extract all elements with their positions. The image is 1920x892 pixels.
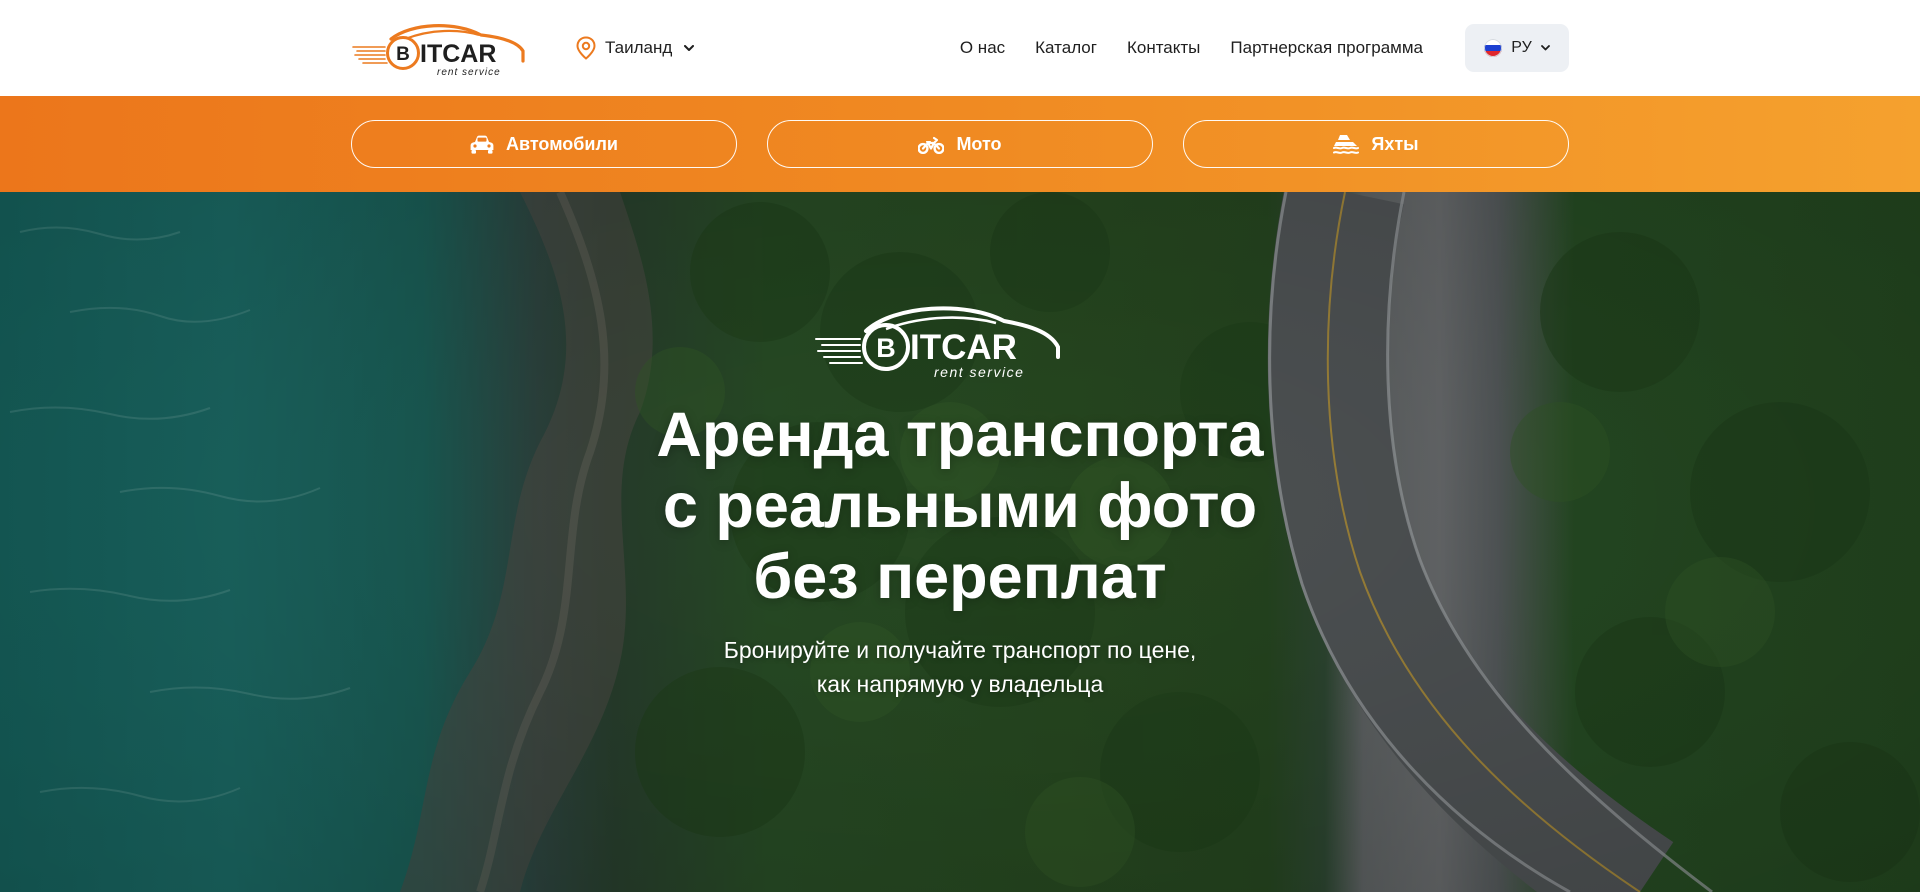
main-nav: О нас Каталог Контакты Партнерская прогр… bbox=[960, 38, 1423, 58]
hero-title: Аренда транспорта с реальными фото без п… bbox=[460, 400, 1460, 613]
chevron-down-icon bbox=[684, 44, 695, 51]
nav-link-catalog[interactable]: Каталог bbox=[1035, 38, 1097, 58]
chevron-down-icon bbox=[1540, 45, 1550, 51]
hero-title-line: Аренда транспорта bbox=[656, 400, 1264, 470]
language-selector[interactable]: РУ bbox=[1465, 24, 1569, 72]
nav-link-contacts[interactable]: Контакты bbox=[1127, 38, 1200, 58]
hero-subtitle: Бронируйте и получайте транспорт по цене… bbox=[560, 633, 1360, 701]
nav-link-about[interactable]: О нас bbox=[960, 38, 1005, 58]
header-container: B ITCAR rent service Таиланд О нас Катал… bbox=[351, 0, 1569, 96]
category-buttons: Автомобили Мото Яхты bbox=[351, 120, 1569, 168]
hero-logo-letter: B bbox=[876, 333, 896, 363]
language-label: РУ bbox=[1511, 39, 1532, 56]
site-header: B ITCAR rent service Таиланд О нас Катал… bbox=[0, 0, 1920, 96]
hero-subtitle-line: Бронируйте и получайте транспорт по цене… bbox=[723, 637, 1197, 663]
motorbike-icon bbox=[918, 136, 945, 154]
russia-flag-icon bbox=[1484, 39, 1503, 57]
car-icon bbox=[470, 135, 494, 154]
hero-logo-wordmark: ITCAR bbox=[910, 328, 1017, 367]
hero-bitcar-logo: B ITCAR rent service bbox=[815, 306, 1060, 380]
category-moto-label: Мото bbox=[956, 133, 1002, 154]
logo-tagline: rent service bbox=[437, 67, 501, 78]
category-bar: Автомобили Мото Яхты bbox=[0, 96, 1920, 192]
nav-link-partner-program[interactable]: Партнерская программа bbox=[1230, 38, 1423, 58]
map-pin-icon bbox=[576, 36, 596, 60]
bitcar-logo[interactable]: B ITCAR rent service bbox=[351, 17, 527, 79]
yacht-icon bbox=[1333, 135, 1360, 154]
logo-letter: B bbox=[396, 44, 410, 65]
category-cars-button[interactable]: Автомобили bbox=[351, 120, 737, 168]
hero-section: B ITCAR rent service Аренда транспорта с… bbox=[0, 192, 1920, 892]
hero-logo-tagline: rent service bbox=[934, 364, 1024, 380]
hero-title-line: без переплат bbox=[753, 542, 1167, 612]
category-yachts-button[interactable]: Яхты bbox=[1183, 120, 1569, 168]
category-yachts-label: Яхты bbox=[1371, 133, 1419, 154]
location-label: Таиланд bbox=[605, 38, 673, 57]
hero-title-line: с реальными фото bbox=[662, 471, 1258, 541]
hero-subtitle-line: как напрямую у владельца bbox=[816, 671, 1104, 697]
category-moto-button[interactable]: Мото bbox=[767, 120, 1153, 168]
category-cars-label: Автомобили bbox=[506, 133, 618, 154]
location-selector[interactable]: Таиланд bbox=[575, 36, 695, 60]
logo-wordmark: ITCAR bbox=[420, 40, 496, 68]
hero-content: B ITCAR rent service Аренда транспорта с… bbox=[0, 192, 1920, 892]
